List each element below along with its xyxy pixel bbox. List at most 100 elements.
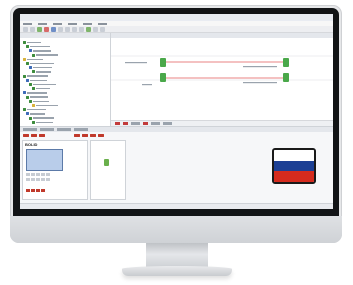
- tree-item[interactable]: [29, 49, 51, 53]
- tree-item[interactable]: [23, 91, 47, 95]
- device-icon: [32, 87, 35, 91]
- toolbar-button[interactable]: [51, 27, 56, 32]
- tree-item[interactable]: [26, 112, 45, 116]
- toolbar-button[interactable]: [100, 27, 105, 32]
- device-keypad-row[interactable]: [26, 173, 50, 176]
- tree-panel-header: [20, 33, 110, 38]
- tree-item-label: [36, 121, 53, 124]
- tree-item[interactable]: [32, 120, 53, 124]
- toolbar: [20, 26, 333, 33]
- device-icon: [23, 41, 26, 44]
- device-red-keys[interactable]: [26, 189, 45, 192]
- toolbar-button[interactable]: [58, 27, 63, 32]
- device-keypad-row[interactable]: [26, 178, 50, 181]
- menu-item[interactable]: [68, 23, 77, 25]
- device-lcd-display: [26, 149, 63, 171]
- toolbar-button[interactable]: [30, 27, 35, 32]
- tree-item[interactable]: [26, 62, 54, 65]
- device-icon: [26, 95, 29, 99]
- tab[interactable]: [74, 128, 88, 131]
- russian-flag-icon: [272, 148, 316, 184]
- tree-item[interactable]: [23, 108, 46, 112]
- toolbar-button[interactable]: [23, 27, 28, 32]
- tree-item[interactable]: [29, 83, 56, 86]
- toolbar-button[interactable]: [37, 27, 42, 32]
- node-left-bottom[interactable]: [160, 73, 166, 82]
- tree-item-label: [30, 79, 47, 82]
- toolbar-button[interactable]: [93, 27, 98, 32]
- menu-item[interactable]: [83, 23, 92, 25]
- toolbar-button[interactable]: [65, 27, 70, 32]
- tree-item[interactable]: [29, 99, 49, 103]
- monitor-stand-foot: [122, 266, 232, 276]
- monitor-chin: [10, 216, 342, 243]
- tree-item[interactable]: [32, 104, 58, 107]
- tree-item[interactable]: [26, 95, 48, 99]
- device-icon: [26, 78, 29, 82]
- device-brand-logo: BOLID: [25, 142, 38, 147]
- device-icon: [29, 49, 32, 53]
- tree-item[interactable]: [32, 87, 50, 91]
- tree-item[interactable]: [23, 74, 48, 78]
- project-tree-panel[interactable]: [20, 33, 111, 126]
- node-right-top[interactable]: [283, 58, 289, 67]
- tree-item-label: [36, 71, 51, 73]
- tree-item[interactable]: [32, 53, 58, 57]
- tree-item-label: [33, 50, 51, 52]
- device-emulator: BOLID: [22, 140, 88, 200]
- tree-item-label: [30, 45, 50, 48]
- toolbar-button[interactable]: [86, 27, 91, 32]
- label-placeholder: [142, 84, 152, 86]
- tree-item-label: [30, 96, 48, 98]
- monitor-stand-neck: [146, 243, 208, 268]
- tab[interactable]: [57, 128, 71, 131]
- label-placeholder: [243, 66, 277, 68]
- tree-item[interactable]: [29, 66, 52, 70]
- device-icon: [26, 62, 29, 65]
- monitor: BOLID: [10, 5, 342, 243]
- toolbar-button[interactable]: [44, 27, 49, 32]
- menu-item[interactable]: [53, 23, 62, 25]
- tree-item-label: [27, 92, 47, 94]
- device-icon: [23, 108, 26, 112]
- device-icon: [23, 74, 26, 78]
- flag-stripe: [274, 150, 314, 161]
- tree-item[interactable]: [26, 45, 50, 49]
- tree-item[interactable]: [29, 116, 54, 120]
- device-icon: [23, 91, 26, 95]
- tree-item[interactable]: [26, 78, 47, 82]
- device-icon: [32, 70, 35, 74]
- menu-item[interactable]: [38, 23, 47, 25]
- tab[interactable]: [23, 128, 37, 131]
- tree-item-label: [36, 87, 50, 90]
- menu-item[interactable]: [23, 23, 32, 25]
- device-controls-right[interactable]: [74, 134, 104, 137]
- toolbar-button[interactable]: [72, 27, 77, 32]
- device-icon: [29, 99, 32, 103]
- flag-stripe: [274, 171, 314, 182]
- toolbar-button[interactable]: [79, 27, 84, 32]
- device-icon: [23, 57, 26, 61]
- tree-item-label: [27, 41, 41, 44]
- node-right-bottom[interactable]: [283, 73, 289, 82]
- menu-item[interactable]: [98, 23, 107, 25]
- device-controls-left[interactable]: [23, 134, 45, 137]
- tree-item-label: [27, 75, 48, 77]
- window-titlebar: [20, 14, 333, 21]
- device-icon: [32, 104, 35, 107]
- device-icon: [29, 66, 32, 70]
- tree-item[interactable]: [32, 70, 51, 74]
- tree-item-label: [27, 58, 43, 61]
- tree-item-label: [33, 100, 49, 103]
- tree-item[interactable]: [23, 57, 43, 61]
- tree-item[interactable]: [23, 41, 41, 44]
- device-icon: [26, 112, 29, 116]
- label-placeholder: [125, 62, 147, 64]
- node-left-top[interactable]: [160, 58, 166, 67]
- tab[interactable]: [40, 128, 54, 131]
- tree-item-label: [27, 108, 46, 111]
- tree-item-label: [33, 83, 56, 86]
- label-placeholder: [243, 82, 277, 84]
- topology-canvas[interactable]: [111, 38, 333, 120]
- topology-diagram-panel[interactable]: [111, 33, 333, 126]
